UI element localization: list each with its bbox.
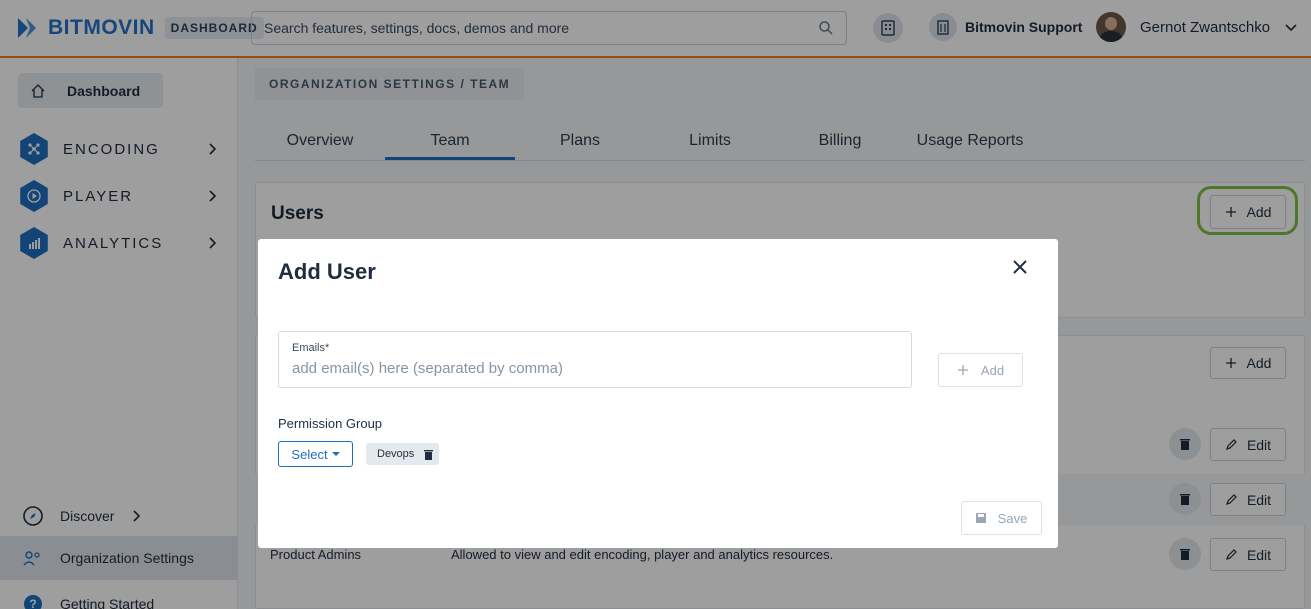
permission-chip: Devops <box>366 443 440 465</box>
save-label: Save <box>997 510 1028 526</box>
add-email-button[interactable]: Add <box>938 353 1023 387</box>
plus-icon <box>957 365 968 375</box>
close-icon[interactable] <box>1010 257 1030 277</box>
email-field-label: Emails* <box>292 342 330 354</box>
email-field[interactable]: Emails* <box>278 331 912 388</box>
add-email-label: Add <box>980 362 1005 378</box>
trash-icon[interactable] <box>424 449 434 460</box>
chip-label: Devops <box>377 448 415 460</box>
save-button[interactable]: Save <box>961 501 1042 535</box>
select-label: Select <box>291 446 328 462</box>
permission-group-label: Permission Group <box>278 416 383 431</box>
add-user-modal: Add User Emails* Add Permission Group Se… <box>258 239 1058 548</box>
floppy-icon <box>975 513 986 523</box>
modal-title: Add User <box>278 259 376 284</box>
permission-group-select[interactable]: Select <box>278 441 353 467</box>
email-input[interactable] <box>292 360 892 377</box>
caret-down-icon <box>331 452 340 456</box>
